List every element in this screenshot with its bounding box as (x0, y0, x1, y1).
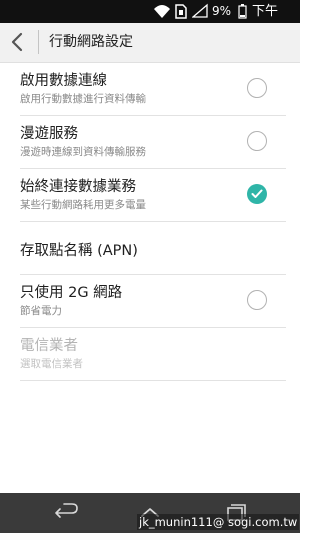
setting-title: 只使用 2G 網路 (20, 285, 123, 301)
battery-icon (238, 0, 247, 23)
back-arrow-icon (55, 503, 78, 518)
setting-summary: 啟用行動數據進行資料傳輸 (20, 93, 146, 105)
chevron-left-icon (11, 32, 23, 52)
signal-icon (191, 0, 208, 23)
enable-data-checkbox[interactable] (247, 78, 267, 98)
watermark: jk_munin111@ sogi.com.tw (137, 514, 300, 530)
checkmark-icon (251, 189, 263, 198)
setting-summary: 某些行動網路耗用更多電量 (20, 199, 146, 211)
setting-summary: 節省電力 (20, 305, 62, 317)
status-time: 下午 4:05 (252, 4, 281, 42)
wifi-icon (153, 0, 171, 23)
roaming-checkbox[interactable] (247, 131, 267, 151)
setting-summary: 選取電信業者 (20, 358, 83, 370)
sim-icon (174, 0, 188, 23)
setting-always-connected[interactable]: 始終連接數據業務 某些行動網路耗用更多電量 (0, 169, 300, 222)
action-bar: 行動網路設定 (0, 23, 300, 63)
page-title: 行動網路設定 (49, 34, 133, 50)
settings-list: 啟用數據連線 啟用行動數據進行資料傳輸 漫遊服務 漫遊時連線到資料傳輸服務 始終… (0, 63, 300, 381)
setting-title: 始終連接數據業務 (20, 179, 136, 195)
setting-roaming[interactable]: 漫遊服務 漫遊時連線到資料傳輸服務 (0, 116, 300, 169)
back-button[interactable] (5, 28, 31, 56)
setting-enable-data[interactable]: 啟用數據連線 啟用行動數據進行資料傳輸 (0, 63, 300, 116)
nav-back-button[interactable] (50, 501, 82, 525)
setting-carrier: 電信業者 選取電信業者 (0, 328, 300, 381)
setting-summary: 漫遊時連線到資料傳輸服務 (20, 146, 146, 158)
setting-title: 存取點名稱 (APN) (20, 243, 138, 259)
divider (20, 380, 286, 381)
setting-title: 電信業者 (20, 338, 78, 354)
setting-apn[interactable]: 存取點名稱 (APN) (0, 222, 300, 275)
setting-title: 漫遊服務 (20, 126, 78, 142)
setting-2g-only[interactable]: 只使用 2G 網路 節省電力 (0, 275, 300, 328)
setting-title: 啟用數據連線 (20, 73, 107, 89)
2g-only-checkbox[interactable] (247, 290, 267, 310)
action-bar-divider (38, 30, 39, 54)
always-connected-checkbox[interactable] (247, 184, 267, 204)
battery-percent: 9% (212, 4, 232, 18)
status-bar: 9% 下午 4:05 (0, 0, 300, 42)
